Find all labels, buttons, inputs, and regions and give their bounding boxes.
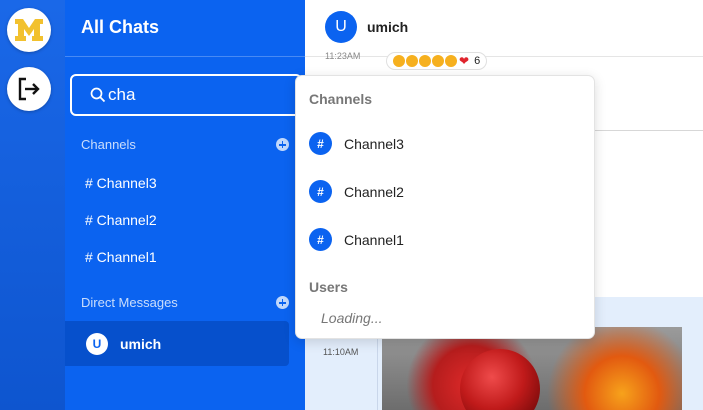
direct-messages-section-label: Direct Messages	[81, 295, 178, 310]
chat-header: U umich	[305, 0, 703, 57]
channel-hash-icon: #	[309, 132, 332, 155]
thumbs-up-emoji-icon[interactable]	[393, 55, 405, 67]
channel-hash-icon: #	[309, 180, 332, 203]
chat-sidebar: All Chats Channels # Channel3 # Channel2…	[65, 0, 305, 410]
result-channel1[interactable]: # Channel1	[296, 220, 594, 260]
result-label: Channel3	[344, 136, 404, 152]
wow-emoji-icon[interactable]	[432, 55, 444, 67]
chat-title: umich	[367, 19, 409, 35]
message-timestamp: 11:23AM	[325, 51, 361, 61]
message-timestamp: 11:10AM	[323, 347, 359, 357]
app-rail	[0, 0, 65, 410]
users-loading-text: Loading...	[321, 310, 383, 326]
logout-button[interactable]	[7, 67, 51, 111]
message-image[interactable]	[382, 327, 682, 410]
umich-logo-button[interactable]	[7, 8, 51, 52]
laughing-emoji-icon[interactable]	[445, 55, 457, 67]
sidebar-title: All Chats	[81, 17, 160, 37]
avatar: U	[325, 11, 357, 43]
results-users-heading: Users	[309, 279, 348, 295]
result-channel2[interactable]: # Channel2	[296, 172, 594, 212]
result-label: Channel1	[344, 232, 404, 248]
image-subject	[460, 349, 540, 410]
result-label: Channel2	[344, 184, 404, 200]
results-channels-heading: Channels	[309, 91, 373, 107]
sidebar-divider	[65, 56, 305, 57]
search-input[interactable]	[108, 85, 258, 105]
sidebar-item-dm-umich[interactable]: U umich	[65, 321, 289, 366]
dm-name: umich	[120, 336, 162, 352]
sad-emoji-icon[interactable]	[419, 55, 431, 67]
search-box[interactable]	[70, 74, 302, 116]
heart-icon[interactable]: ❤	[459, 54, 469, 68]
channel-hash-icon: #	[309, 228, 332, 251]
sidebar-item-channel1[interactable]: # Channel1	[85, 249, 157, 265]
sidebar-item-channel3[interactable]: # Channel3	[85, 175, 157, 191]
avatar: U	[86, 333, 108, 355]
logout-icon	[18, 77, 40, 101]
add-direct-message-button[interactable]	[276, 296, 289, 309]
umich-logo-icon	[15, 19, 43, 41]
reaction-count: 6	[474, 55, 481, 67]
search-results-dropdown: Channels # Channel3 # Channel2 # Channel…	[295, 75, 595, 339]
channels-section-label: Channels	[81, 137, 136, 152]
reaction-bar[interactable]: ❤ 6	[386, 52, 488, 70]
search-icon	[90, 87, 106, 103]
surprised-emoji-icon[interactable]	[406, 55, 418, 67]
sidebar-item-channel2[interactable]: # Channel2	[85, 212, 157, 228]
result-channel3[interactable]: # Channel3	[296, 124, 594, 164]
add-channel-button[interactable]	[276, 138, 289, 151]
